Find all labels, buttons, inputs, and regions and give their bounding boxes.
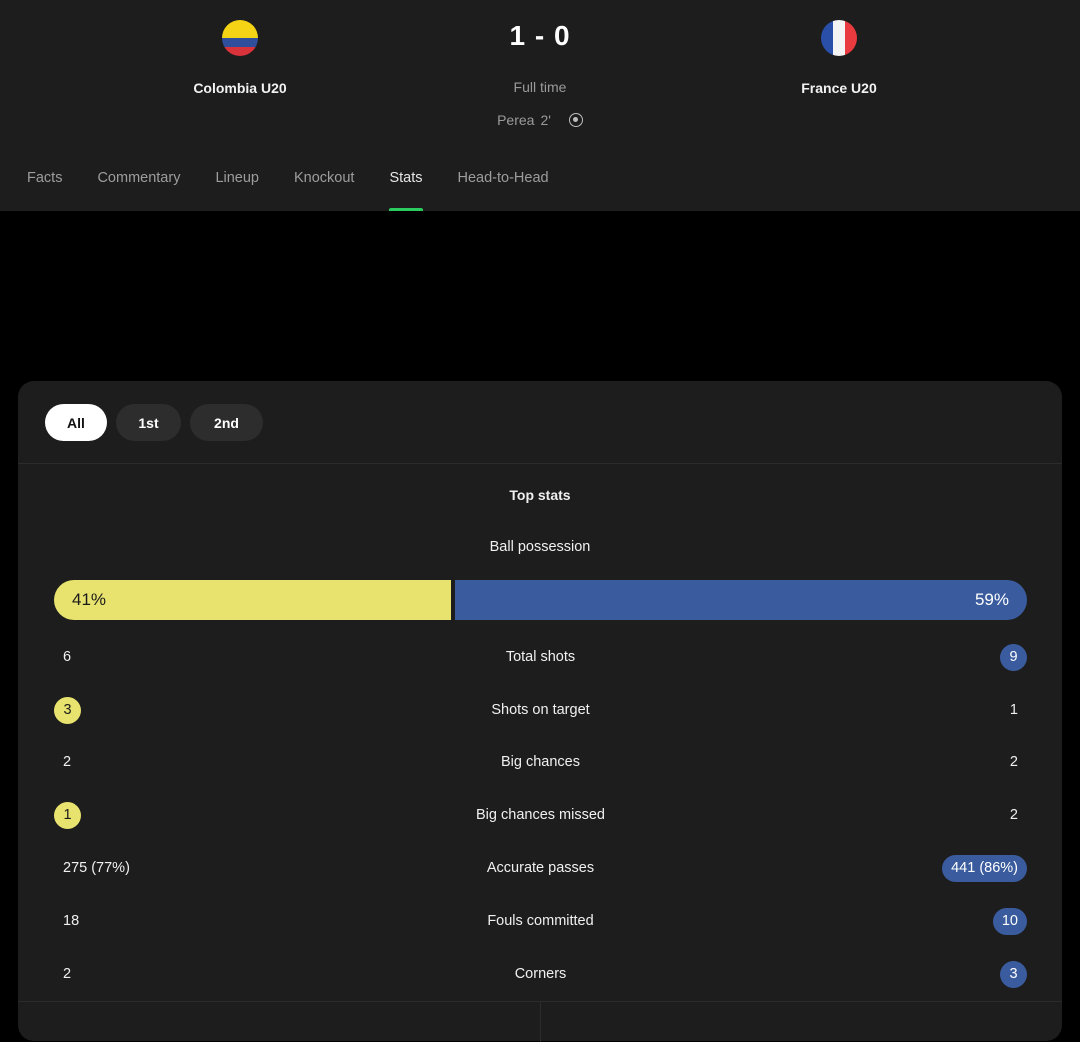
france-flag-icon <box>821 20 857 56</box>
stat-label: Big chances <box>501 754 580 770</box>
home-value: 2 <box>63 754 72 770</box>
away-team-name: France U20 <box>801 80 877 96</box>
stat-label: Fouls committed <box>487 913 594 929</box>
away-value: 9 <box>1000 643 1027 671</box>
period-filter: All 1st 2nd <box>45 404 263 441</box>
tab-facts[interactable]: Facts <box>27 170 62 211</box>
home-possession: 41% <box>54 580 451 620</box>
section-title: Top stats <box>509 487 571 503</box>
stat-label: Total shots <box>505 649 576 665</box>
away-team[interactable]: France U20 <box>729 18 949 96</box>
divider <box>540 1002 541 1042</box>
home-value: 3 <box>54 696 81 724</box>
tab-knockout[interactable]: Knockout <box>294 170 354 211</box>
tab-commentary[interactable]: Commentary <box>97 170 180 211</box>
scorer-minute: 2' <box>540 112 551 128</box>
tab-head-to-head[interactable]: Head-to-Head <box>458 170 549 211</box>
football-icon <box>568 113 583 127</box>
scorer-name: Perea <box>497 112 535 128</box>
possession-bar: 41% 59% <box>54 580 1027 620</box>
away-value: 441 (86%) <box>942 854 1027 882</box>
match-score: 1 - 0 <box>509 20 571 51</box>
home-value: 1 <box>54 801 81 829</box>
stat-row-accurate-passes: Accurate passes 275 (77%) 441 (86%) <box>54 854 1027 882</box>
tab-stats[interactable]: Stats <box>389 170 423 211</box>
stat-row-corners: Corners 2 3 <box>54 960 1027 988</box>
match-status: Full time <box>513 79 567 95</box>
stat-label: Accurate passes <box>486 860 595 876</box>
away-value: 2 <box>1009 807 1018 823</box>
stat-row-total-shots: Total shots 6 9 <box>54 643 1027 671</box>
home-value: 18 <box>63 913 80 929</box>
goal-scorer: Perea 2' <box>440 112 640 128</box>
match-tabs: Facts Commentary Lineup Knockout Stats H… <box>27 170 584 211</box>
away-value: 1 <box>1009 702 1018 718</box>
home-team-name: Colombia U20 <box>193 80 287 96</box>
stat-label: Big chances missed <box>476 807 605 823</box>
filter-all-button[interactable]: All <box>45 404 107 441</box>
filter-second-half-button[interactable]: 2nd <box>190 404 263 441</box>
stat-row-big-chances: Big chances 2 2 <box>54 748 1027 776</box>
stat-row-shots-on-target: Shots on target 3 1 <box>54 696 1027 724</box>
filter-first-half-button[interactable]: 1st <box>116 404 181 441</box>
away-possession: 59% <box>455 580 1027 620</box>
home-value: 275 (77%) <box>63 860 130 876</box>
home-value: 2 <box>63 966 72 982</box>
stats-card: All 1st 2nd Top stats Ball possession 41… <box>18 381 1062 1042</box>
home-team[interactable]: Colombia U20 <box>130 18 350 96</box>
stat-label: Corners <box>514 966 567 982</box>
away-value: 2 <box>1009 754 1018 770</box>
away-value: 3 <box>1000 960 1027 988</box>
possession-label: Ball possession <box>489 539 591 555</box>
match-header: Colombia U20 1 - 0 Full time Perea 2' Fr… <box>0 0 1080 211</box>
home-value: 6 <box>63 649 72 665</box>
stat-row-fouls-committed: Fouls committed 18 10 <box>54 907 1027 935</box>
stat-row-big-chances-missed: Big chances missed 1 2 <box>54 801 1027 829</box>
divider <box>18 463 1062 464</box>
colombia-flag-icon <box>222 20 258 56</box>
tab-lineup[interactable]: Lineup <box>215 170 259 211</box>
away-value: 10 <box>992 907 1027 935</box>
stat-label: Shots on target <box>491 702 590 718</box>
